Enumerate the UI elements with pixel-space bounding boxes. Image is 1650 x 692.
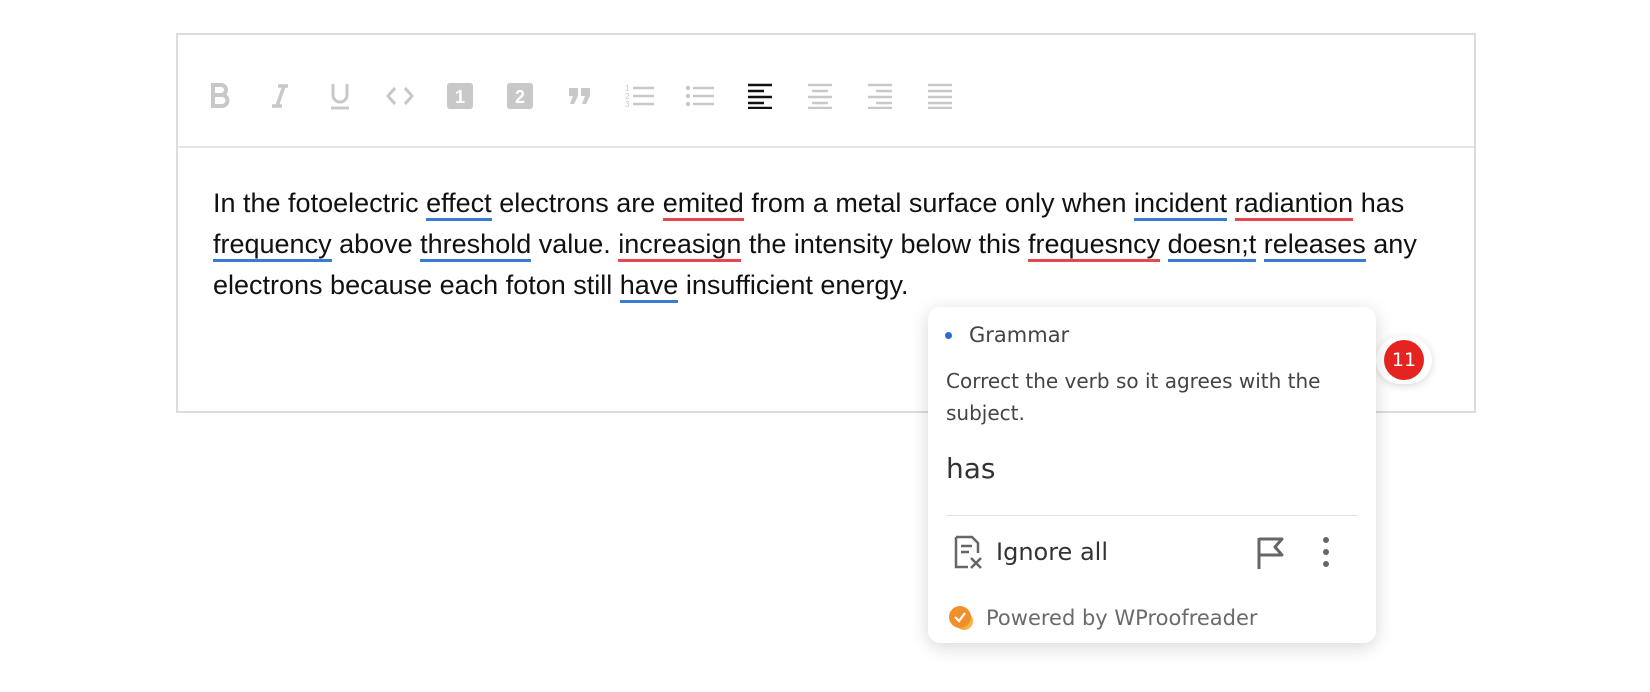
more-vertical-icon <box>1323 537 1329 567</box>
ignore-all-button[interactable]: Ignore all <box>952 535 1108 569</box>
issues-counter[interactable]: 11 <box>1376 336 1432 384</box>
spelling-issue[interactable]: frequesncy <box>1028 229 1161 262</box>
spelling-issue[interactable]: emited <box>662 188 744 221</box>
align-right-button[interactable] <box>860 76 900 116</box>
wproofreader-logo-icon <box>949 606 973 630</box>
ignore-document-icon <box>954 535 982 569</box>
ordered-list-icon: 123 <box>625 84 654 109</box>
spelling-issue[interactable]: radiantion <box>1234 188 1354 221</box>
italic-button[interactable] <box>260 76 300 116</box>
issues-badge: 11 <box>1384 340 1424 380</box>
issue-category: Grammar <box>945 323 1069 347</box>
underline-button[interactable] <box>320 76 360 116</box>
text-run <box>1256 229 1264 259</box>
svg-text:3: 3 <box>625 100 630 109</box>
italic-icon <box>272 84 288 108</box>
more-options-button[interactable] <box>1320 536 1332 572</box>
grammar-issue[interactable]: have <box>619 270 679 303</box>
heading-2-button[interactable]: 2 <box>500 76 540 116</box>
grammar-issue[interactable]: frequency <box>213 229 332 262</box>
align-right-icon <box>868 83 892 109</box>
text-run: from a metal surface only when <box>743 188 1134 218</box>
blockquote-button[interactable] <box>560 76 600 116</box>
heading-1-icon: 1 <box>447 83 473 109</box>
align-center-icon <box>808 83 832 109</box>
spelling-issue[interactable]: increasign <box>618 229 742 262</box>
text-run: In the fotoelectric <box>213 188 427 218</box>
text-run: electrons are <box>491 188 663 218</box>
code-button[interactable] <box>380 76 420 116</box>
powered-by: Powered by WProofreader <box>948 605 1258 631</box>
grammar-issue[interactable]: threshold <box>420 229 532 262</box>
grammar-issue[interactable]: effect <box>426 188 492 221</box>
flag-icon <box>1257 537 1284 569</box>
heading-2-icon: 2 <box>507 83 533 109</box>
text-run <box>1160 229 1168 259</box>
align-left-icon <box>748 83 772 109</box>
bullet-list-button[interactable] <box>680 76 720 116</box>
grammar-issue[interactable]: doesn;t <box>1167 229 1257 262</box>
powered-by-label: Powered by WProofreader <box>986 606 1258 630</box>
text-run: insufficient energy. <box>678 270 909 300</box>
category-dot-icon <box>945 331 952 339</box>
svg-text:2: 2 <box>515 87 525 107</box>
divider <box>946 515 1358 516</box>
grammar-issue[interactable]: releases <box>1263 229 1366 262</box>
text-run: value. <box>531 229 619 259</box>
align-left-button[interactable] <box>740 76 780 116</box>
text-run: has <box>1353 188 1412 218</box>
formatting-toolbar: 1 2 123 <box>178 35 1474 148</box>
bold-icon <box>211 83 230 108</box>
suggestion-popup: Grammar Correct the verb so it agrees wi… <box>928 307 1376 643</box>
text-run: the intensity below this <box>741 229 1029 259</box>
ignore-all-label: Ignore all <box>996 538 1108 566</box>
category-label: Grammar <box>969 323 1070 347</box>
bold-button[interactable] <box>200 76 240 116</box>
justify-button[interactable] <box>920 76 960 116</box>
issue-description: Correct the verb so it agrees with the s… <box>946 369 1321 425</box>
code-icon <box>386 87 414 105</box>
justify-icon <box>928 83 952 109</box>
report-button[interactable] <box>1256 536 1286 574</box>
editor-content[interactable]: In the fotoelectric effect electrons are… <box>213 183 1453 306</box>
grammar-issue[interactable]: incident <box>1134 188 1228 221</box>
text-run <box>1227 188 1235 218</box>
ordered-list-button[interactable]: 123 <box>620 76 660 116</box>
bullet-list-icon <box>685 85 714 107</box>
heading-1-button[interactable]: 1 <box>440 76 480 116</box>
suggestion-option[interactable]: has <box>946 452 996 485</box>
svg-text:1: 1 <box>455 87 465 107</box>
text-run: above <box>331 229 421 259</box>
underline-icon <box>331 84 349 110</box>
quote-icon <box>569 88 590 104</box>
align-center-button[interactable] <box>800 76 840 116</box>
